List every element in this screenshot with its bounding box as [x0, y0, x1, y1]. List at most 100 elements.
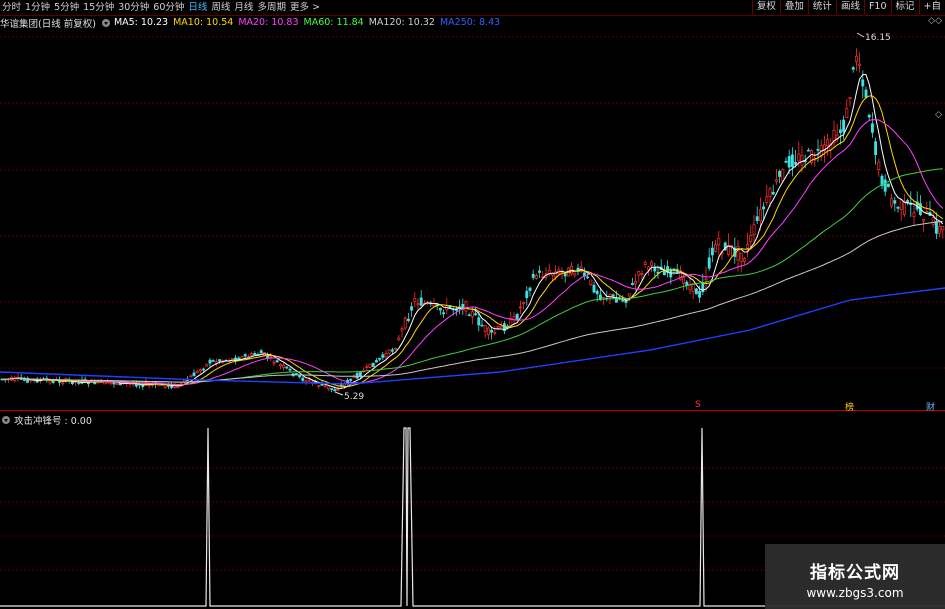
panel-separator[interactable] [0, 410, 945, 411]
ma10-value: MA10: 10.54 [173, 17, 234, 28]
candle-body [205, 363, 209, 367]
candle-body [787, 156, 791, 168]
candle-body [522, 302, 526, 304]
candle-body [739, 252, 743, 262]
signal-marker[interactable]: S [695, 400, 701, 410]
candle-body [496, 326, 500, 329]
candle-body [349, 378, 353, 381]
candle-body [355, 372, 359, 379]
tab-60min[interactable]: 60分钟 [153, 1, 188, 14]
indicator-settings-icon[interactable] [2, 416, 10, 424]
candle-body [925, 211, 929, 213]
collapse-icon[interactable]: ◇ [935, 110, 942, 120]
tab-weekly[interactable]: 周线 [211, 1, 234, 14]
candle-body [282, 365, 286, 369]
candle-body [630, 283, 634, 285]
candle-body [602, 297, 606, 299]
tab-15min[interactable]: 15分钟 [83, 1, 118, 14]
finance-marker[interactable]: 财 [926, 400, 935, 413]
candle-body [61, 382, 65, 385]
candle-body [627, 293, 631, 297]
candle-body [768, 188, 772, 197]
watermark-title: 指标公式网 [810, 563, 900, 583]
candle-body [806, 149, 810, 152]
candle-body [438, 307, 442, 311]
candle-body [406, 318, 410, 322]
candle-body [474, 313, 478, 316]
ma20-value: MA20: 10.83 [238, 17, 299, 28]
candle-body [378, 357, 382, 360]
candle-body [938, 226, 942, 234]
tab-30min[interactable]: 30分钟 [118, 1, 153, 14]
candle-body [416, 303, 420, 306]
candle-body [538, 270, 542, 273]
candle-body [333, 389, 337, 392]
moving-average-lines [0, 74, 945, 389]
candle-body [864, 89, 868, 98]
candle-body [563, 273, 567, 277]
ma250-value: MA250: 8.43 [439, 17, 501, 28]
candle-body [403, 318, 407, 329]
candle-body [758, 209, 762, 222]
tab-monthly[interactable]: 月线 [234, 1, 257, 14]
ranking-marker[interactable]: 榜 [845, 400, 854, 413]
candle-body [419, 297, 423, 306]
chart-settings-icon[interactable]: ◇◇ [928, 16, 942, 26]
watermark-url: www.zbgs3.com [806, 586, 904, 600]
candle-body [902, 201, 906, 215]
candle-body [851, 67, 855, 70]
candle-body [874, 141, 878, 155]
draw-line-button[interactable]: 画线 [835, 0, 864, 14]
candle-body [515, 313, 519, 320]
candle-body [518, 306, 522, 309]
candle-body [275, 360, 279, 363]
add-custom-button[interactable]: +自 [918, 0, 945, 14]
candle-body [694, 288, 698, 295]
tab-multi-period[interactable]: 多周期 [257, 1, 290, 14]
candle-body [762, 206, 766, 210]
candle-body [259, 350, 263, 354]
candle-body [304, 380, 308, 383]
tab-fenshi[interactable]: 分时 [2, 1, 25, 14]
candle-body [464, 300, 468, 312]
candle-body [499, 325, 503, 328]
statistics-button[interactable]: 统计 [807, 0, 836, 14]
candle-body [771, 191, 775, 195]
candle-body [336, 389, 340, 391]
ma5-line [1, 74, 944, 389]
candle-body [384, 353, 388, 358]
mark-button[interactable]: 标记 [890, 0, 919, 14]
ma-settings-icon[interactable] [101, 18, 110, 27]
candle-body [288, 368, 292, 371]
overlay-button[interactable]: 叠加 [779, 0, 808, 14]
indicator-name: 攻击冲锋号 : 0.00 [14, 416, 92, 427]
candle-body [176, 385, 180, 389]
candle-body [749, 234, 753, 242]
candle-body [717, 238, 721, 246]
tab-daily[interactable]: 日线 [188, 1, 211, 14]
stock-title: 华谊集团(日线 前复权) [0, 18, 96, 30]
tab-more[interactable]: 更多 > [290, 1, 324, 14]
tab-1min[interactable]: 1分钟 [25, 1, 54, 14]
candle-body [877, 161, 881, 170]
tab-5min[interactable]: 5分钟 [54, 1, 83, 14]
f10-button[interactable]: F10 [863, 0, 891, 14]
candle-body [486, 327, 490, 336]
candle-body [115, 383, 119, 385]
kline-chart[interactable]: 16.15 5.29 [0, 0, 945, 609]
candle-body [893, 200, 897, 204]
candle-body [621, 298, 625, 302]
candle-body [765, 196, 769, 203]
watermark: 指标公式网 www.zbgs3.com [765, 544, 945, 609]
ma-info-line: 华谊集团(日线 前复权) MA5: 10.23 MA10: 10.54 MA20… [0, 16, 505, 30]
candle-body [931, 217, 935, 225]
candle-body [298, 375, 302, 378]
restore-right-button[interactable]: 复权 [751, 0, 780, 14]
candle-body [202, 368, 206, 371]
candle-body [493, 331, 497, 334]
candle-body [746, 243, 750, 249]
candle-body [742, 258, 746, 262]
candle-body [682, 276, 686, 284]
ma60-line [1, 168, 943, 383]
candle-body [595, 290, 599, 295]
